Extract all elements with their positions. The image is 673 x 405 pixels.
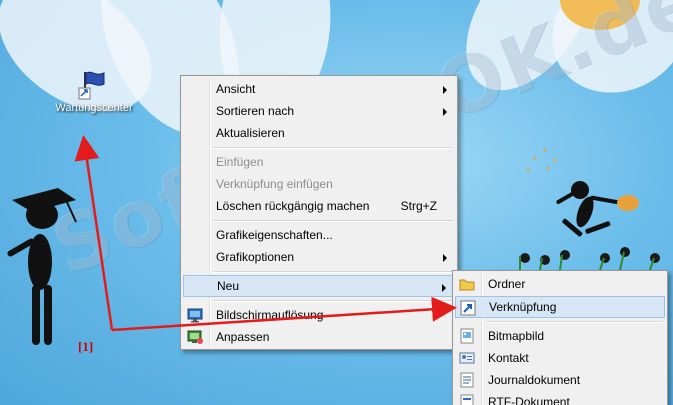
annotation-arrows [74, 135, 457, 332]
arrow-to-desktop-icon [74, 135, 114, 331]
arrow-to-verknuepfung [111, 296, 457, 332]
desktop-background[interactable]: SoftwareOK.de [0, 0, 673, 405]
